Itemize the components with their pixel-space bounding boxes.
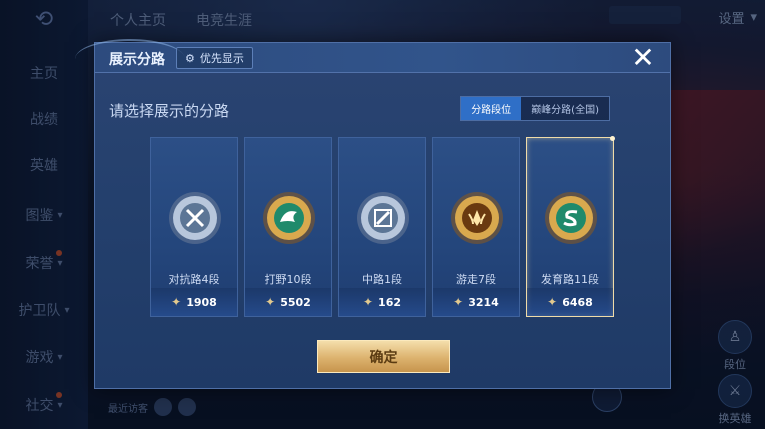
priority-display-label: 优先显示 <box>199 52 244 65</box>
tab-peak-lane[interactable]: 巅峰分路(全国) <box>521 97 609 120</box>
score-icon: ✦ <box>265 295 276 309</box>
silver-crossed-swords-icon <box>167 190 223 246</box>
gold-green-s-icon <box>543 190 599 246</box>
score-icon: ✦ <box>362 295 374 309</box>
score-value: 6468 <box>562 295 593 309</box>
lane-score: ✦ 1908 <box>151 288 237 316</box>
lane-name: 中路1段 <box>362 273 402 286</box>
lane-name: 打野10段 <box>264 273 312 286</box>
lane-name: 对抗路4段 <box>168 273 220 286</box>
lane-card[interactable]: 游走7段 ✦ 3214 <box>432 137 520 317</box>
silver-slash-icon <box>355 190 411 246</box>
lane-card[interactable]: 打野10段 ✦ 5502 <box>244 137 332 317</box>
tab-lane-rank[interactable]: 分路段位 <box>461 97 522 120</box>
priority-display-button[interactable]: ⚙ 优先显示 <box>176 47 253 69</box>
close-icon[interactable]: ✕ <box>630 44 656 72</box>
lane-card[interactable]: 发育路11段 ✦ 6468 <box>526 136 615 317</box>
display-lane-dialog: 展示分路 ⚙ 优先显示 ✕ 请选择展示的分路 分路段位 巅峰分路(全国) 对抗路… <box>75 39 671 389</box>
selected-corner-marker <box>610 136 615 141</box>
gold-green-dragon-icon <box>261 190 317 246</box>
score-value: 3214 <box>468 295 499 309</box>
gear-icon: ⚙ <box>185 51 195 65</box>
score-icon: ✦ <box>453 295 464 309</box>
lane-score: ✦ 6468 <box>527 288 613 316</box>
score-icon: ✦ <box>547 295 558 309</box>
lane-cards: 对抗路4段 ✦ 1908 打野10段 ✦ 5502 中路1段 ✦ 162 游走7段 ✦ 3214 发育路… <box>150 136 620 317</box>
score-value: 1908 <box>186 295 217 309</box>
lane-card[interactable]: 中路1段 ✦ 162 <box>338 137 426 317</box>
lane-score: ✦ 3214 <box>433 288 519 316</box>
confirm-button[interactable]: 确定 <box>317 340 450 373</box>
score-value: 5502 <box>280 295 311 309</box>
lane-name: 游走7段 <box>456 273 496 286</box>
dialog-subtitle: 请选择展示的分路 <box>109 102 230 120</box>
dialog-header: 展示分路 ⚙ 优先显示 ✕ <box>75 39 670 73</box>
lane-score: ✦ 5502 <box>245 288 331 316</box>
lane-card[interactable]: 对抗路4段 ✦ 1908 <box>150 137 238 317</box>
score-value: 162 <box>378 295 402 309</box>
score-icon: ✦ <box>171 295 182 309</box>
lane-mode-toggle: 分路段位 巅峰分路(全国) <box>460 96 610 121</box>
gold-wings-icon <box>449 190 505 246</box>
lane-score: ✦ 162 <box>339 288 425 316</box>
lane-name: 发育路11段 <box>541 273 599 286</box>
dialog-title: 展示分路 <box>109 52 165 68</box>
